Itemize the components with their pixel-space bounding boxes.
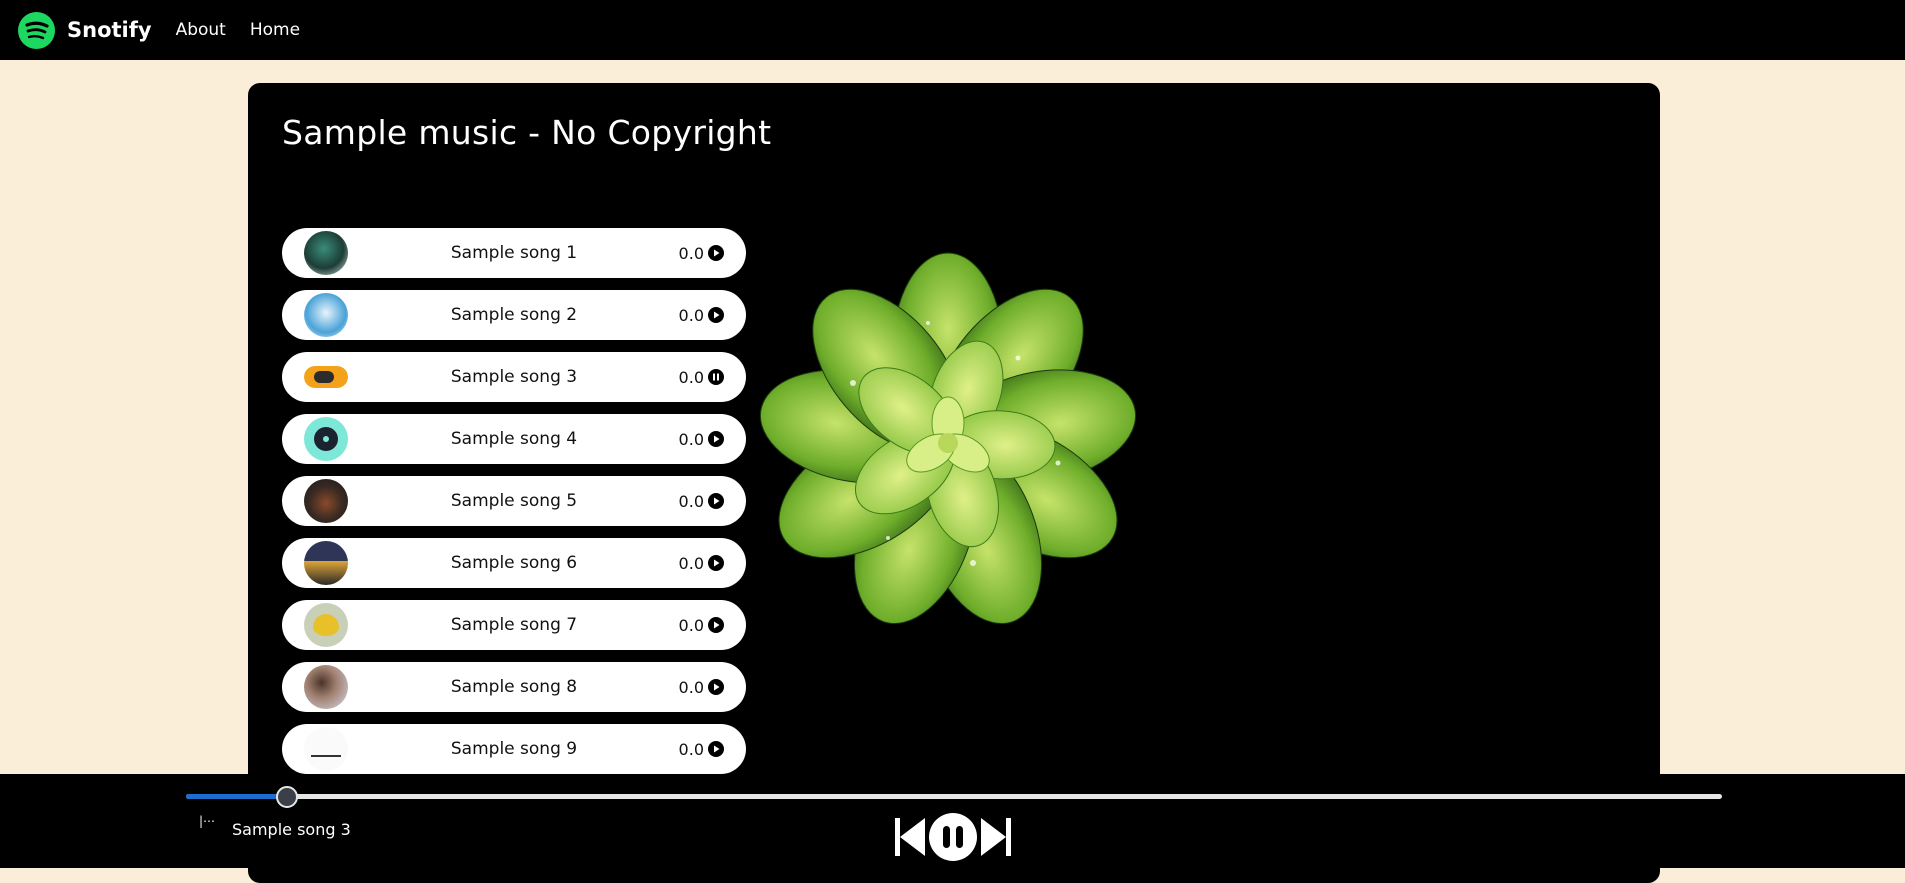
progress-fill (186, 794, 288, 799)
nav-link-home[interactable]: Home (250, 20, 300, 40)
now-playing-title: Sample song 3 (232, 820, 351, 839)
song-item[interactable]: Sample song 6 0.0 (282, 538, 746, 588)
page-title: Sample music - No Copyright (282, 113, 772, 152)
song-time: 0.0 (678, 615, 704, 635)
song-name: Sample song 7 (450, 615, 578, 635)
song-item[interactable]: Sample song 1 0.0 (282, 228, 746, 278)
pause-icon[interactable] (929, 813, 977, 861)
song-cover-thumbnail (304, 293, 348, 337)
song-item[interactable]: Sample song 2 0.0 (282, 290, 746, 340)
song-name: Sample song 8 (450, 677, 578, 697)
previous-icon[interactable] (895, 818, 925, 856)
song-time: 0.0 (678, 553, 704, 573)
now-playing-icon: |⋯ (199, 814, 216, 828)
song-item[interactable]: Sample song 4 0.0 (282, 414, 746, 464)
song-cover-thumbnail (304, 355, 348, 399)
pause-icon[interactable] (708, 369, 724, 385)
song-cover-thumbnail (304, 417, 348, 461)
song-time: 0.0 (678, 677, 704, 697)
song-cover-thumbnail (304, 603, 348, 647)
song-cover-thumbnail (304, 541, 348, 585)
navbar: Snotify About Home (0, 0, 1905, 60)
song-item[interactable]: Sample song 5 0.0 (282, 476, 746, 526)
song-cover-thumbnail (304, 665, 348, 709)
song-name: Sample song 4 (450, 429, 578, 449)
song-item[interactable]: Sample song 9 0.0 (282, 724, 746, 774)
song-name: Sample song 5 (450, 491, 578, 511)
song-name: Sample song 3 (450, 367, 578, 387)
play-icon[interactable] (708, 555, 724, 571)
next-icon[interactable] (981, 818, 1011, 856)
brand-logo[interactable]: Snotify (18, 11, 152, 49)
song-time: 0.0 (678, 243, 704, 263)
play-icon[interactable] (708, 245, 724, 261)
progress-slider[interactable] (186, 786, 1722, 808)
song-time: 0.0 (678, 739, 704, 759)
song-cover-thumbnail (304, 727, 348, 771)
music-container: Sample music - No Copyright Sample song … (248, 83, 1660, 883)
nav-link-about[interactable]: About (176, 20, 226, 40)
song-name: Sample song 1 (450, 243, 578, 263)
song-time: 0.0 (678, 429, 704, 449)
song-time: 0.0 (678, 367, 704, 387)
music-player-bar: |⋯ Sample song 3 (0, 774, 1905, 868)
play-icon[interactable] (708, 493, 724, 509)
play-icon[interactable] (708, 431, 724, 447)
play-icon[interactable] (708, 617, 724, 633)
song-item[interactable]: Sample song 3 0.0 (282, 352, 746, 402)
play-icon[interactable] (708, 679, 724, 695)
album-cover-image (759, 252, 1137, 628)
song-item[interactable]: Sample song 7 0.0 (282, 600, 746, 650)
song-item[interactable]: Sample song 8 0.0 (282, 662, 746, 712)
song-time: 0.0 (678, 491, 704, 511)
play-icon[interactable] (708, 307, 724, 323)
play-icon[interactable] (708, 741, 724, 757)
spotify-logo-icon (18, 11, 55, 49)
song-name: Sample song 6 (450, 553, 578, 573)
song-time: 0.0 (678, 305, 704, 325)
playback-controls (893, 812, 1013, 862)
song-cover-thumbnail (304, 231, 348, 275)
song-name: Sample song 9 (450, 739, 578, 759)
song-list: Sample song 1 0.0 Sample song 2 0.0 Samp… (282, 228, 746, 786)
song-name: Sample song 2 (450, 305, 578, 325)
brand-name: Snotify (67, 18, 152, 42)
progress-knob[interactable] (276, 786, 299, 808)
song-cover-thumbnail (304, 479, 348, 523)
